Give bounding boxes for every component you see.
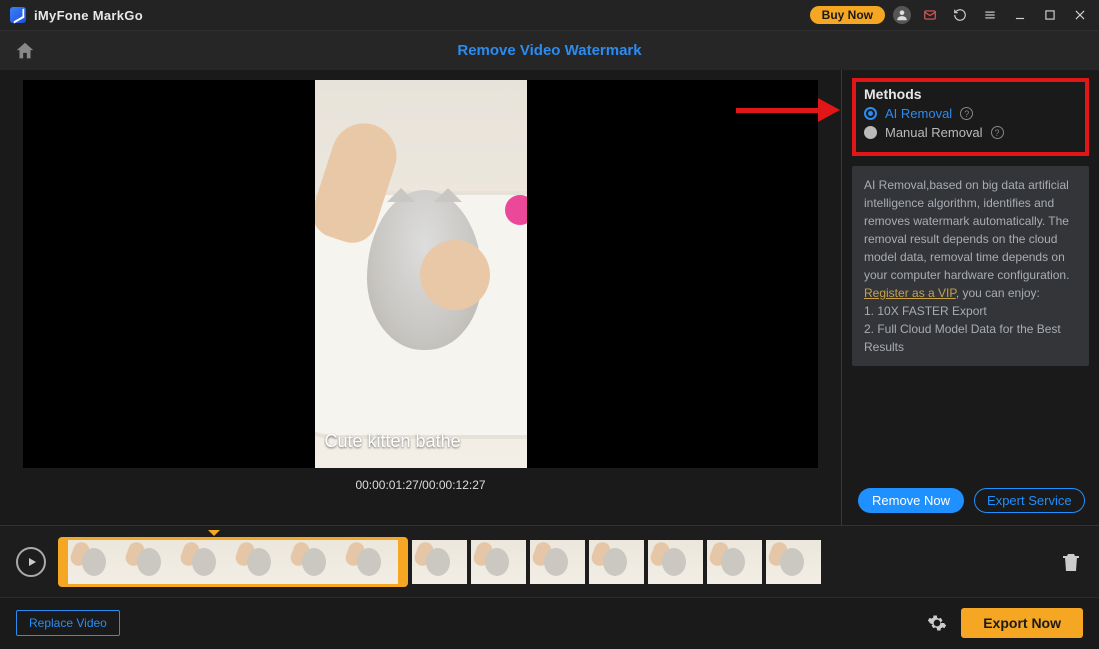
video-preview[interactable]: Cute kitten bathe bbox=[23, 80, 818, 468]
timeline bbox=[0, 525, 1099, 597]
app-name: iMyFone MarkGo bbox=[34, 8, 143, 23]
thumbnail[interactable] bbox=[68, 540, 123, 584]
vip-benefit-1: 1. 10X FASTER Export bbox=[864, 304, 987, 318]
thumbnail-strip[interactable] bbox=[58, 537, 1047, 587]
close-icon[interactable] bbox=[1069, 4, 1091, 26]
maximize-icon[interactable] bbox=[1039, 4, 1061, 26]
methods-heading: Methods bbox=[864, 86, 1077, 102]
mail-icon[interactable] bbox=[919, 4, 941, 26]
minimize-icon[interactable] bbox=[1009, 4, 1031, 26]
play-button[interactable] bbox=[16, 547, 46, 577]
method-label: AI Removal bbox=[885, 106, 952, 121]
title-bar: iMyFone MarkGo Buy Now bbox=[0, 0, 1099, 30]
help-icon[interactable]: ? bbox=[991, 126, 1004, 139]
selection-range[interactable] bbox=[58, 537, 408, 587]
thumbnail[interactable] bbox=[471, 540, 526, 584]
thumbnail[interactable] bbox=[412, 540, 467, 584]
account-icon[interactable] bbox=[893, 6, 911, 24]
callout-arrow-icon bbox=[736, 100, 852, 120]
sub-header: Remove Video Watermark bbox=[0, 30, 1099, 70]
timecode: 00:00:01:27/00:00:12:27 bbox=[355, 478, 485, 492]
watermark-text: Cute kitten bathe bbox=[325, 431, 461, 452]
thumbnail[interactable] bbox=[766, 540, 821, 584]
delete-icon[interactable] bbox=[1059, 550, 1083, 574]
vip-benefit-2: 2. Full Cloud Model Data for the Best Re… bbox=[864, 322, 1061, 354]
description-text: AI Removal,based on big data artificial … bbox=[864, 178, 1069, 282]
page-title: Remove Video Watermark bbox=[36, 42, 1063, 59]
description-text-2: , you can enjoy: bbox=[956, 286, 1040, 300]
thumbnail[interactable] bbox=[648, 540, 703, 584]
expert-service-button[interactable]: Expert Service bbox=[974, 488, 1085, 513]
method-ai-removal[interactable]: AI Removal ? bbox=[864, 106, 1077, 121]
buy-now-button[interactable]: Buy Now bbox=[810, 6, 885, 24]
method-description: AI Removal,based on big data artificial … bbox=[852, 166, 1089, 366]
thumbnail[interactable] bbox=[233, 540, 288, 584]
radio-icon bbox=[864, 107, 877, 120]
thumbnail[interactable] bbox=[288, 540, 343, 584]
menu-icon[interactable] bbox=[979, 4, 1001, 26]
register-vip-link[interactable]: Register as a VIP bbox=[864, 286, 956, 300]
thumbnail[interactable] bbox=[178, 540, 233, 584]
method-label: Manual Removal bbox=[885, 125, 983, 140]
video-frame: Cute kitten bathe bbox=[315, 80, 527, 468]
thumbnail[interactable] bbox=[530, 540, 585, 584]
help-icon[interactable]: ? bbox=[960, 107, 973, 120]
radio-icon bbox=[864, 126, 877, 139]
export-now-button[interactable]: Export Now bbox=[961, 608, 1083, 638]
footer-bar: Replace Video Export Now bbox=[0, 597, 1099, 647]
refresh-icon[interactable] bbox=[949, 4, 971, 26]
thumbnail[interactable] bbox=[589, 540, 644, 584]
thumbnail[interactable] bbox=[707, 540, 762, 584]
remove-now-button[interactable]: Remove Now bbox=[858, 488, 964, 513]
thumbnail[interactable] bbox=[343, 540, 398, 584]
settings-icon[interactable] bbox=[927, 613, 947, 633]
method-manual-removal[interactable]: Manual Removal ? bbox=[864, 125, 1077, 140]
methods-panel: Methods AI Removal ? Manual Removal ? bbox=[852, 78, 1089, 156]
thumbnail[interactable] bbox=[123, 540, 178, 584]
home-icon[interactable] bbox=[14, 40, 36, 62]
app-logo-icon bbox=[10, 7, 26, 23]
replace-video-button[interactable]: Replace Video bbox=[16, 610, 120, 636]
